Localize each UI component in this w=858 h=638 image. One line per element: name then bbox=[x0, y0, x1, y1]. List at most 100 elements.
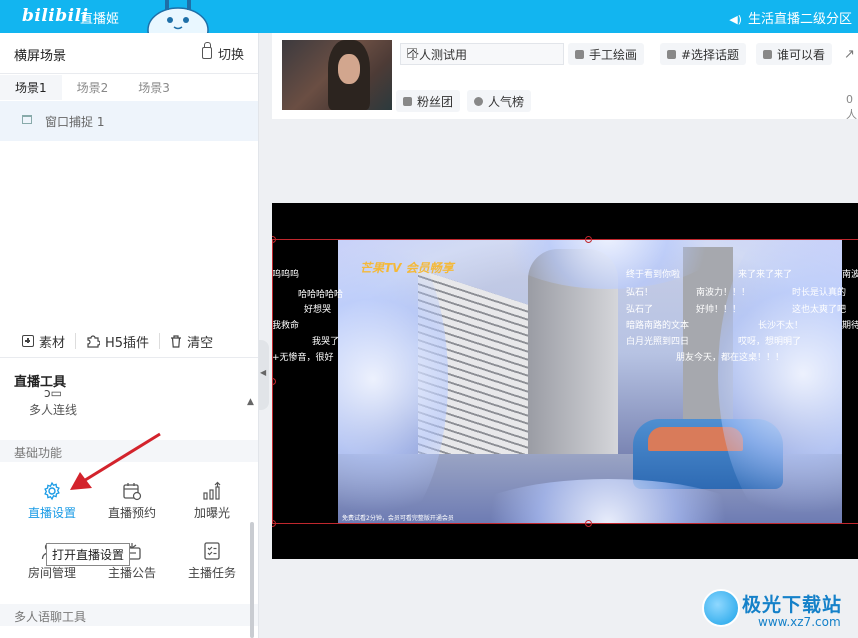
tab-scene-2[interactable]: 场景2 bbox=[62, 75, 124, 100]
plus-square-icon bbox=[22, 335, 34, 347]
room-cover-thumbnail[interactable] bbox=[282, 40, 392, 110]
bilibili-logo: bilibili bbox=[22, 6, 89, 26]
divider bbox=[75, 333, 77, 349]
danmaku-comment: 白月光照到四日 bbox=[626, 337, 690, 347]
category-label: 手工绘画 bbox=[589, 47, 638, 62]
collapse-panel-handle[interactable]: ◀ bbox=[259, 340, 269, 410]
visibility-chip[interactable]: 谁可以看 bbox=[756, 43, 833, 65]
popularity-chip[interactable]: 人气榜 bbox=[467, 90, 532, 112]
visibility-label: 谁可以看 bbox=[777, 47, 826, 62]
clear-button[interactable]: 清空 bbox=[170, 332, 213, 351]
source-label: 窗口捕捉 1 bbox=[45, 115, 105, 129]
live-settings-tooltip: 打开直播设置 bbox=[46, 543, 131, 566]
fan-club-chip[interactable]: 粉丝团 bbox=[396, 90, 461, 112]
topic-chip[interactable]: #选择话题 bbox=[660, 43, 747, 65]
voice-chat-tools-header: 多人语聊工具 bbox=[0, 604, 258, 626]
live-settings-label: 直播设置 bbox=[27, 506, 76, 520]
announcement-label: 主播公告 bbox=[107, 566, 156, 580]
resize-handle[interactable] bbox=[272, 378, 276, 385]
live-reservation-label: 直播预约 bbox=[107, 506, 156, 520]
trial-notice: 免费试看2分钟，会员可看完整版开通会员 bbox=[342, 515, 454, 522]
danmaku-comment: 好想哭 bbox=[304, 305, 332, 315]
switch-orientation-button[interactable]: 切换 bbox=[201, 41, 244, 63]
tab-scene-3[interactable]: 场景3 bbox=[123, 75, 185, 100]
topic-icon bbox=[667, 49, 676, 59]
trash-icon bbox=[171, 334, 182, 348]
danmaku-comment: 我哭了 bbox=[312, 337, 340, 347]
danmaku-comment: 时长是认真的 bbox=[792, 288, 847, 298]
stream-info-bar: 个人测试用 手工绘画 #选择话题 谁可以看 粉丝团 人气榜 bbox=[272, 33, 858, 119]
danmaku-comment: 我救命 bbox=[272, 321, 300, 331]
boost-exposure-label: 加曝光 bbox=[193, 506, 230, 520]
scene-header: 横屏场景 切换 bbox=[0, 33, 258, 74]
danmaku-comment: 弘石！ bbox=[626, 288, 654, 298]
app-name: 直播姬 bbox=[80, 12, 120, 27]
panel-splitter bbox=[259, 33, 271, 638]
source-list: 窗口捕捉 1 bbox=[0, 101, 258, 351]
material-label: 素材 bbox=[39, 335, 66, 351]
clear-label: 清空 bbox=[187, 335, 214, 351]
room-title-field[interactable]: 个人测试用 bbox=[400, 43, 564, 65]
scene-title: 横屏场景 bbox=[14, 49, 67, 64]
resize-handle[interactable] bbox=[272, 520, 276, 527]
voice-chat-tools-label: 多人语聊工具 bbox=[14, 610, 87, 624]
danmaku-comment: 哎呀，想明明了 bbox=[738, 337, 802, 347]
chevron-left-icon: ◀ bbox=[260, 368, 267, 377]
visibility-icon bbox=[763, 49, 772, 59]
room-management-label: 房间管理 bbox=[27, 566, 76, 580]
danmaku-comment: 暗路南路的文本 bbox=[626, 321, 690, 331]
watermark-brand: 极光下载站 bbox=[742, 594, 843, 616]
resize-handle[interactable] bbox=[585, 520, 592, 527]
share-icon[interactable]: ↗ bbox=[844, 47, 855, 62]
add-material-button[interactable]: 素材 bbox=[22, 332, 65, 351]
caret-up-icon[interactable]: ▲ bbox=[247, 397, 254, 407]
danmaku-comment: 好帅！！！ bbox=[696, 305, 742, 315]
popularity-label: 人气榜 bbox=[488, 94, 525, 109]
scene-tabs: 场景1 场景2 场景3 bbox=[0, 75, 258, 102]
cover-face bbox=[338, 54, 360, 84]
resize-handle[interactable] bbox=[272, 236, 276, 243]
danmaku-comment: 南波力！！！ bbox=[696, 288, 751, 298]
title-bar: bilibili 直播姬 ◀) 生活直播二级分区 bbox=[0, 0, 858, 33]
window-icon bbox=[22, 115, 32, 124]
speaker-icon: ◀) bbox=[729, 13, 742, 26]
bar-chart-up-icon bbox=[203, 481, 221, 500]
h5-plugin-label: H5插件 bbox=[105, 335, 150, 351]
source-toolbar: 素材 H5插件 清空 bbox=[0, 325, 258, 358]
source-item-window-capture[interactable]: 窗口捕捉 1 bbox=[0, 101, 258, 141]
danmaku-comment: 这也太爽了吧 bbox=[792, 305, 847, 315]
danmaku-comment: +无惨音，很好 bbox=[272, 353, 334, 363]
multi-link-button[interactable]: ↄ▭ 多人连线 bbox=[28, 387, 78, 418]
switch-label: 切换 bbox=[217, 48, 244, 63]
category-zone[interactable]: ◀) 生活直播二级分区 bbox=[729, 8, 852, 27]
task-list-icon bbox=[204, 542, 220, 560]
zone-label: 生活直播二级分区 bbox=[747, 12, 852, 27]
resize-handle[interactable] bbox=[585, 236, 592, 243]
puzzle-icon bbox=[87, 335, 101, 348]
gear-icon bbox=[44, 481, 60, 501]
danmaku-comment: 弘石了 bbox=[626, 305, 654, 315]
danmaku-comment: 朋友今天，都在这桌！！！ bbox=[676, 353, 785, 363]
left-panel-scrollbar[interactable] bbox=[250, 522, 254, 638]
edit-icon bbox=[407, 48, 417, 58]
tab-scene-1[interactable]: 场景1 bbox=[0, 75, 62, 100]
basic-functions-label: 基础功能 bbox=[14, 446, 63, 460]
streamer-tasks-button[interactable]: 主播任务 bbox=[181, 540, 243, 581]
category-chip[interactable]: 手工绘画 bbox=[568, 43, 645, 65]
danmaku-comment: 期待 bbox=[842, 321, 858, 331]
selection-border-bottom bbox=[272, 523, 858, 524]
flame-icon bbox=[474, 96, 483, 106]
viewer-count: 0人 bbox=[846, 93, 857, 121]
boost-exposure-button[interactable]: 加曝光 bbox=[181, 480, 243, 521]
fan-club-icon bbox=[403, 96, 412, 106]
danmaku-comment: 哈哈哈哈哈 bbox=[298, 290, 344, 300]
aurora-logo-icon bbox=[702, 589, 740, 627]
red-arrow-annotation bbox=[70, 432, 161, 490]
divider bbox=[159, 333, 161, 349]
preview-canvas[interactable]: 芒果TV 会员畅享 免费试看2分钟，会员可看完整版开通会员 呜呜呜 哈哈哈哈哈 … bbox=[272, 203, 858, 559]
mascot-icon bbox=[147, 0, 209, 33]
h5-plugin-button[interactable]: H5插件 bbox=[86, 332, 149, 351]
captured-video: 芒果TV 会员畅享 免费试看2分钟，会员可看完整版开通会员 bbox=[338, 239, 842, 524]
danmaku-comment: 来了来了来了 bbox=[738, 270, 793, 280]
streamer-tasks-label: 主播任务 bbox=[187, 566, 236, 580]
